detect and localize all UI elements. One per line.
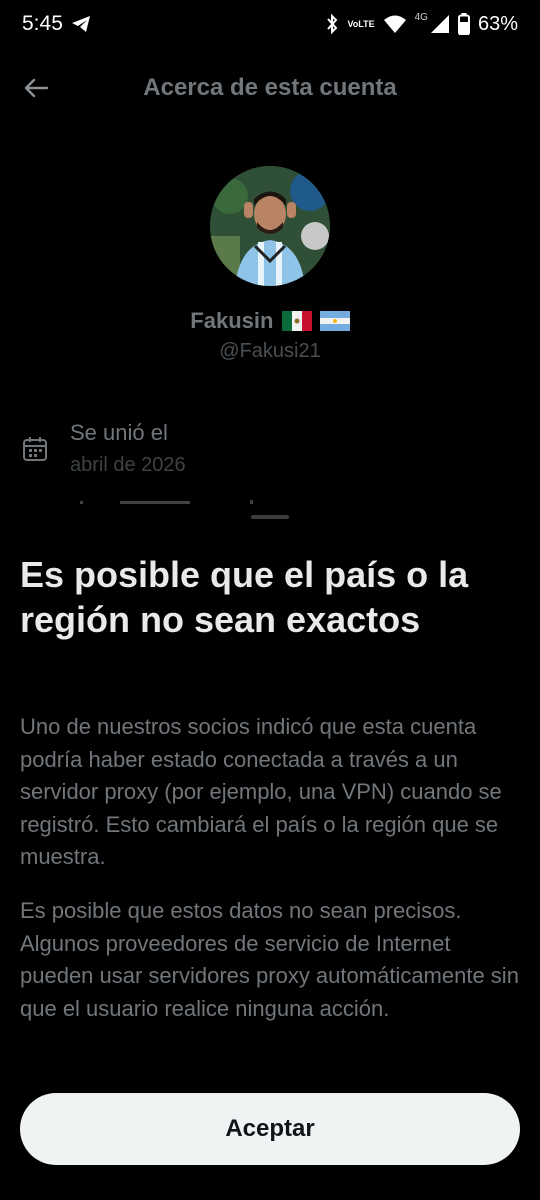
status-time: 5:45 — [22, 12, 63, 35]
telegram-icon — [71, 15, 91, 33]
avatar-image — [210, 166, 330, 286]
sheet-paragraph-1: Uno de nuestros socios indicó que esta c… — [20, 714, 502, 869]
joined-label: Se unió el — [70, 420, 168, 445]
page-title: Acerca de esta cuenta — [143, 74, 397, 101]
arrow-left-icon — [24, 78, 49, 98]
screen: 5:45 Vo LTE 4G 63% Acerca de esta cuenta… — [0, 0, 540, 1200]
joined-row: Se unió el abril de 2026 — [22, 418, 502, 488]
user-handle: @Fakusi21 — [219, 340, 321, 362]
status-right: Vo LTE 4G 63% — [325, 11, 518, 36]
volte-top: Vo — [347, 18, 359, 29]
signal-icon — [430, 14, 450, 34]
cut-off-text-fragment — [80, 500, 253, 504]
sheet-title: Es posible que el país o la región no se… — [20, 554, 469, 640]
battery-icon — [457, 13, 470, 35]
bottom-sheet: Es posible que el país o la región no se… — [0, 508, 540, 1200]
joined-value: abril de 2026 — [70, 454, 186, 476]
status-bar: 5:45 Vo LTE 4G 63% — [0, 0, 540, 48]
bluetooth-icon — [325, 14, 339, 34]
accept-button[interactable]: Aceptar — [20, 1093, 520, 1165]
argentina-flag-icon — [319, 311, 350, 331]
avatar[interactable] — [210, 166, 330, 286]
app-header: Acerca de esta cuenta — [0, 66, 540, 110]
battery-percent: 63% — [477, 12, 518, 35]
display-name: Fakusin — [0, 308, 540, 334]
sheet-paragraph-2: Es posible que estos datos no sean preci… — [20, 898, 519, 1021]
network-type: 4G — [414, 11, 428, 23]
display-name-text: Fakusin — [190, 308, 274, 333]
volte-icon: Vo LTE — [347, 18, 375, 29]
calendar-icon — [23, 437, 47, 461]
mexico-flag-icon — [281, 311, 312, 331]
back-button[interactable] — [20, 72, 52, 104]
status-left: 5:45 — [22, 12, 91, 36]
sheet-grabber-handle[interactable] — [251, 515, 289, 519]
wifi-icon — [383, 14, 407, 34]
volte-bottom: LTE — [358, 18, 375, 29]
